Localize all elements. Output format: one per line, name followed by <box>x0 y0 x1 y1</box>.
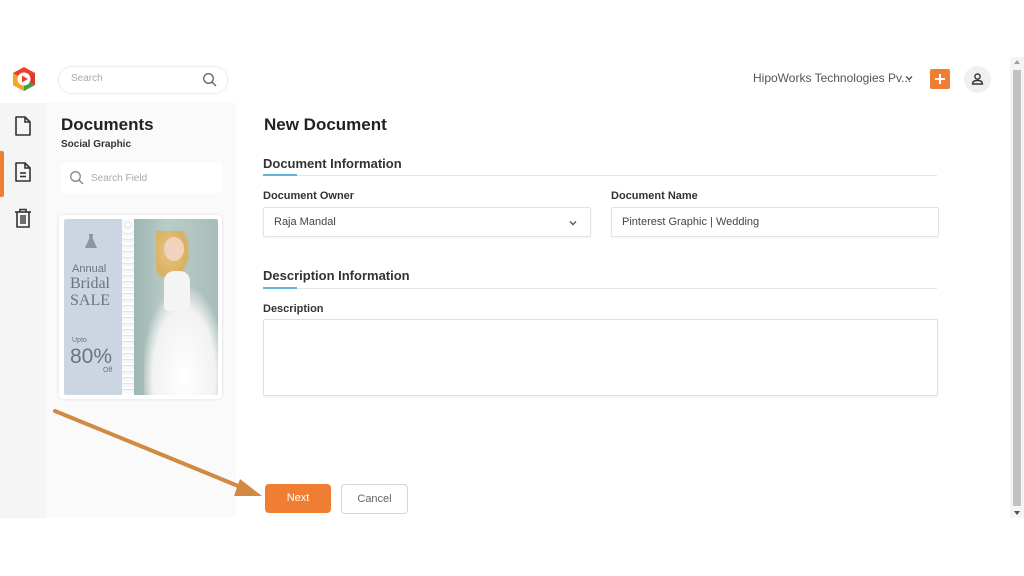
global-search[interactable]: Search <box>58 66 228 94</box>
bride-bodice <box>164 271 190 311</box>
promo-line1: Annual <box>72 263 107 275</box>
document-name-label: Document Name <box>611 190 698 202</box>
scrollbar-thumb[interactable] <box>1013 70 1021 506</box>
user-icon <box>971 73 984 85</box>
promo-line2: Bridal <box>70 275 110 292</box>
documents-subtitle: Social Graphic <box>61 139 132 150</box>
bride-face <box>164 237 184 261</box>
promo-upto: Upto <box>72 337 87 344</box>
search-icon <box>70 171 84 185</box>
documents-panel: Documents Social Graphic Search Field An… <box>46 103 236 518</box>
top-bar: Search HipoWorks Technologies Pv... <box>0 57 1010 104</box>
left-rail <box>0 103 46 518</box>
section-accent <box>263 287 297 289</box>
bride-photo <box>134 219 218 395</box>
section-accent <box>263 174 297 176</box>
promo-line3: SALE <box>70 292 110 309</box>
add-button[interactable] <box>930 69 950 89</box>
vertical-scrollbar[interactable] <box>1010 57 1024 518</box>
document-thumbnail[interactable]: Annual Bridal SALE Upto 80% Off <box>59 215 222 399</box>
section-title-description-information: Description Information <box>263 268 410 283</box>
app-logo[interactable] <box>11 66 37 92</box>
next-button[interactable]: Next <box>265 484 331 513</box>
user-avatar-button[interactable] <box>964 66 991 93</box>
trash-icon <box>15 208 31 228</box>
new-document-form: New Document Document Information Docume… <box>236 103 1010 518</box>
description-textarea[interactable] <box>263 319 938 396</box>
document-name-value: Pinterest Graphic | Wedding <box>622 216 760 228</box>
field-search-placeholder: Search Field <box>91 173 148 184</box>
chevron-down-icon <box>569 221 577 226</box>
documents-title: Documents <box>61 115 154 134</box>
section-title-document-information: Document Information <box>263 156 402 171</box>
rail-item-trash[interactable] <box>0 199 46 237</box>
file-icon <box>15 116 31 136</box>
scroll-up-arrow[interactable] <box>1014 60 1020 64</box>
rail-item-files[interactable] <box>0 107 46 145</box>
search-icon[interactable] <box>202 72 218 88</box>
document-text-icon <box>15 162 31 182</box>
document-name-input[interactable]: Pinterest Graphic | Wedding <box>611 207 939 237</box>
organization-selector[interactable]: HipoWorks Technologies Pv... <box>753 71 911 85</box>
lace-border <box>122 219 134 395</box>
rail-item-documents[interactable] <box>0 153 46 191</box>
promo-panel: Annual Bridal SALE Upto 80% Off <box>64 219 122 395</box>
app-window: Search HipoWorks Technologies Pv... Docu… <box>0 57 1024 518</box>
cancel-button[interactable]: Cancel <box>341 484 408 514</box>
dress-icon <box>85 234 97 248</box>
description-label: Description <box>263 303 324 315</box>
scroll-down-arrow[interactable] <box>1014 511 1020 515</box>
global-search-placeholder: Search <box>71 73 103 84</box>
section-divider <box>263 175 937 176</box>
document-owner-select[interactable]: Raja Mandal <box>263 207 591 237</box>
document-owner-label: Document Owner <box>263 190 355 202</box>
promo-discount: 80% <box>70 345 113 368</box>
bridal-sale-graphic: Annual Bridal SALE Upto 80% Off <box>64 219 218 395</box>
chevron-down-icon[interactable] <box>904 73 914 83</box>
promo-off: Off <box>103 367 113 374</box>
page-title: New Document <box>264 115 387 134</box>
section-divider <box>263 288 937 289</box>
field-search-input[interactable]: Search Field <box>61 163 222 193</box>
plus-icon <box>935 74 945 84</box>
document-owner-value: Raja Mandal <box>274 216 336 228</box>
